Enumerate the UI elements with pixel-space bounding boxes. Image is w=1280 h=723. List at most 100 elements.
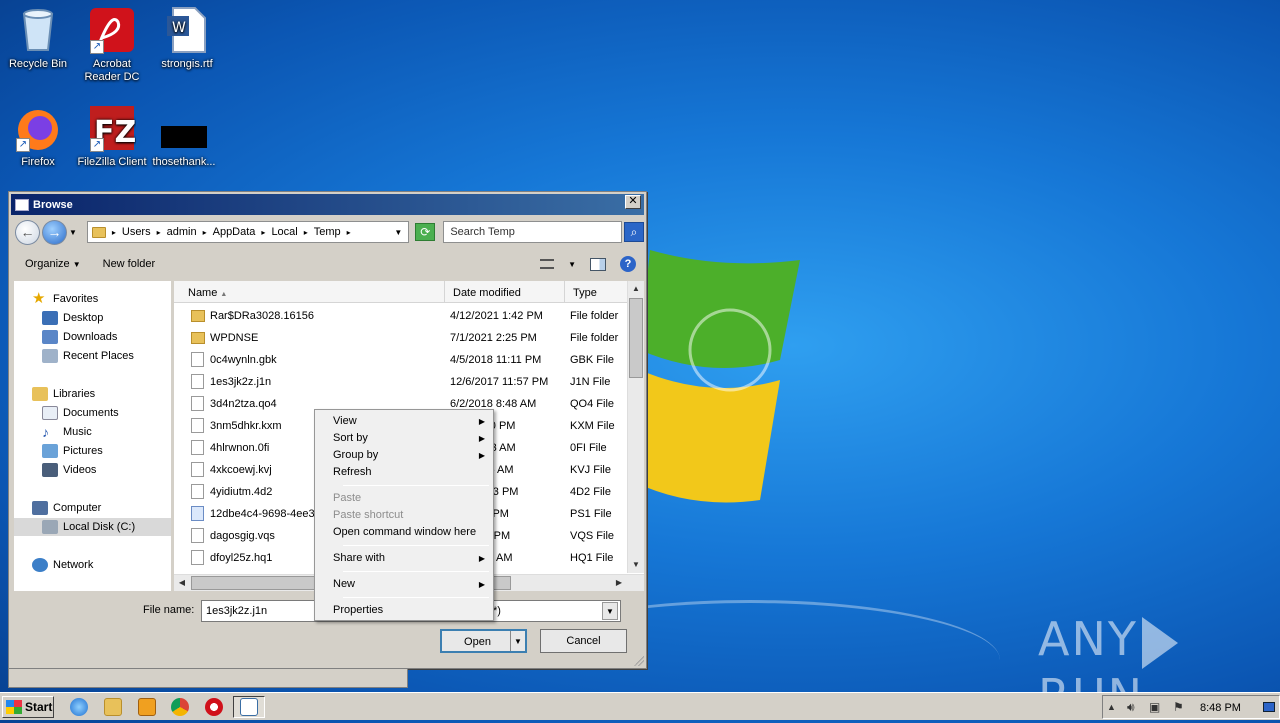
preview-pane-icon[interactable] (590, 257, 606, 271)
new-folder-button[interactable]: New folder (103, 258, 156, 270)
search-input[interactable]: Search Temp (443, 221, 623, 243)
open-split-dropdown-icon[interactable]: ▼ (510, 631, 525, 651)
address-bar[interactable]: ▸ Users ▸ admin ▸ AppData ▸ Local ▸ Temp… (86, 221, 410, 243)
menu-item-sort-by[interactable]: Sort by ▶ (317, 430, 491, 447)
scroll-up-icon[interactable]: ▲ (628, 281, 644, 297)
file-row[interactable]: 1es3jk2z.j1n 12/6/2017 11:57 PM J1N File (174, 371, 629, 393)
breadcrumb-appdata[interactable]: AppData (213, 226, 256, 238)
window-icon (15, 198, 29, 211)
column-header-date[interactable]: Date modified (445, 281, 565, 303)
file-type: File folder (570, 332, 619, 344)
internet-explorer-icon[interactable] (70, 698, 88, 716)
nav-libraries[interactable]: Libraries (32, 385, 95, 403)
menu-item-view[interactable]: View ▶ (317, 413, 491, 430)
menu-label: View (333, 415, 357, 427)
menu-item-share-with[interactable]: Share with ▶ (317, 550, 491, 567)
chrome-icon[interactable] (171, 698, 189, 716)
scroll-down-icon[interactable]: ▼ (628, 557, 644, 573)
help-icon[interactable]: ? (620, 256, 636, 272)
filter-dropdown-icon[interactable]: ▼ (602, 602, 618, 620)
opera-icon[interactable] (205, 698, 223, 716)
nav-label: Computer (53, 502, 102, 514)
view-dropdown-icon[interactable]: ▼ (568, 260, 576, 269)
scroll-right-icon[interactable]: ▶ (611, 575, 627, 591)
show-hidden-icons-icon[interactable]: ▲ (1107, 702, 1116, 712)
file-type-filter[interactable]: *) (493, 605, 501, 617)
breadcrumb-arrow-icon[interactable]: ▸ (347, 228, 351, 237)
system-tray: ▲ 🔊︎ ▣ ⚑ 8:48 PM (1102, 695, 1280, 719)
nav-favorites[interactable]: ★ Favorites (32, 290, 98, 308)
breadcrumb-users[interactable]: Users (122, 226, 151, 238)
acrobat-icon: ↗ (88, 6, 136, 54)
desktop-icon-thosethank[interactable]: thosethank... (146, 104, 222, 169)
desktop-icon-strongis-rtf[interactable]: W strongis.rtf (149, 6, 225, 71)
taskbar-browse-window-button[interactable] (233, 696, 265, 718)
organize-button[interactable]: Organize ▼ (25, 258, 81, 270)
menu-item-properties[interactable]: Properties (317, 602, 491, 619)
view-options-icon[interactable] (540, 259, 555, 269)
desktop-icon-firefox[interactable]: ↗ Firefox (0, 104, 76, 169)
breadcrumb-temp[interactable]: Temp (314, 226, 341, 238)
nav-videos[interactable]: Videos (42, 461, 96, 479)
open-button[interactable]: Open ▼ (440, 629, 527, 653)
resize-grip-icon[interactable] (634, 656, 644, 666)
nav-computer[interactable]: Computer (32, 499, 101, 517)
breadcrumb-admin[interactable]: admin (167, 226, 197, 238)
nav-music[interactable]: ♪ Music (42, 423, 92, 441)
submenu-arrow-icon: ▶ (478, 417, 485, 426)
desktop-icon-filezilla[interactable]: FZ ↗ FileZilla Client (74, 104, 150, 169)
videos-icon (42, 463, 58, 477)
desktop-icon-recycle-bin[interactable]: Recycle Bin (0, 6, 76, 71)
file-icon (191, 528, 204, 543)
vertical-scrollbar[interactable]: ▲ ▼ (627, 281, 644, 573)
breadcrumb-arrow-icon[interactable]: ▸ (157, 228, 161, 237)
scrollbar-thumb[interactable] (629, 298, 643, 378)
nav-pictures[interactable]: Pictures (42, 442, 103, 460)
file-type: VQS File (570, 530, 615, 542)
cancel-button[interactable]: Cancel (540, 629, 627, 653)
action-center-flag-icon[interactable]: ⚑ (1173, 700, 1184, 714)
network-tray-icon[interactable]: ▣ (1149, 700, 1160, 714)
file-row[interactable]: 0c4wynln.gbk 4/5/2018 11:11 PM GBK File (174, 349, 629, 371)
breadcrumb-arrow-icon[interactable]: ▸ (304, 228, 308, 237)
breadcrumb-arrow-icon[interactable]: ▸ (203, 228, 207, 237)
close-button[interactable]: ✕ (625, 195, 641, 209)
back-button[interactable]: ← (15, 219, 40, 245)
start-button[interactable]: Start (2, 696, 54, 718)
nav-recent-places[interactable]: Recent Places (42, 347, 134, 365)
shortcut-arrow-icon: ↗ (90, 40, 104, 54)
nav-local-disk[interactable]: Local Disk (C:) (14, 518, 171, 536)
file-explorer-icon[interactable] (104, 698, 122, 716)
volume-icon[interactable]: 🔊︎ (1127, 700, 1135, 715)
menu-item-group-by[interactable]: Group by ▶ (317, 447, 491, 464)
nav-downloads[interactable]: Downloads (42, 328, 117, 346)
scroll-left-icon[interactable]: ◀ (174, 575, 190, 591)
file-row[interactable]: WPDNSE 7/1/2021 2:25 PM File folder (174, 327, 629, 349)
clock[interactable]: 8:48 PM (1200, 702, 1241, 714)
column-header-type[interactable]: Type (565, 281, 629, 303)
show-desktop-icon[interactable] (1263, 702, 1275, 712)
column-header-name[interactable]: Name ▲ (174, 281, 445, 303)
breadcrumb-local[interactable]: Local (271, 226, 297, 238)
refresh-button[interactable]: ⟳ (415, 223, 436, 241)
forward-button[interactable]: → (41, 219, 67, 245)
desktop-icon-acrobat[interactable]: ↗ Acrobat Reader DC (74, 6, 150, 84)
breadcrumb-arrow-icon[interactable]: ▸ (261, 228, 265, 237)
media-player-icon[interactable] (138, 698, 156, 716)
menu-item-new[interactable]: New ▶ (317, 576, 491, 593)
address-dropdown-icon[interactable]: ▼ (394, 228, 402, 237)
history-dropdown-icon[interactable]: ▼ (69, 228, 77, 237)
file-row[interactable]: Rar$DRa3028.16156 4/12/2021 1:42 PM File f… (174, 305, 629, 327)
file-date: 4/12/2021 1:42 PM (450, 310, 543, 322)
dialog-titlebar[interactable]: Browse (11, 194, 644, 215)
menu-item-refresh[interactable]: Refresh (317, 464, 491, 481)
menu-item-open-command-window[interactable]: Open command window here (317, 524, 491, 541)
submenu-arrow-icon: ▶ (478, 434, 485, 443)
nav-documents[interactable]: Documents (42, 404, 119, 422)
breadcrumb-arrow-icon[interactable]: ▸ (112, 228, 116, 237)
taskbar: Start ▲ 🔊︎ ▣ ⚑ 8:48 PM (0, 692, 1280, 720)
nav-network[interactable]: Network (32, 556, 93, 574)
firefox-icon: ↗ (14, 104, 62, 152)
search-button[interactable]: ⌕ (624, 222, 645, 242)
nav-desktop[interactable]: Desktop (42, 309, 103, 327)
